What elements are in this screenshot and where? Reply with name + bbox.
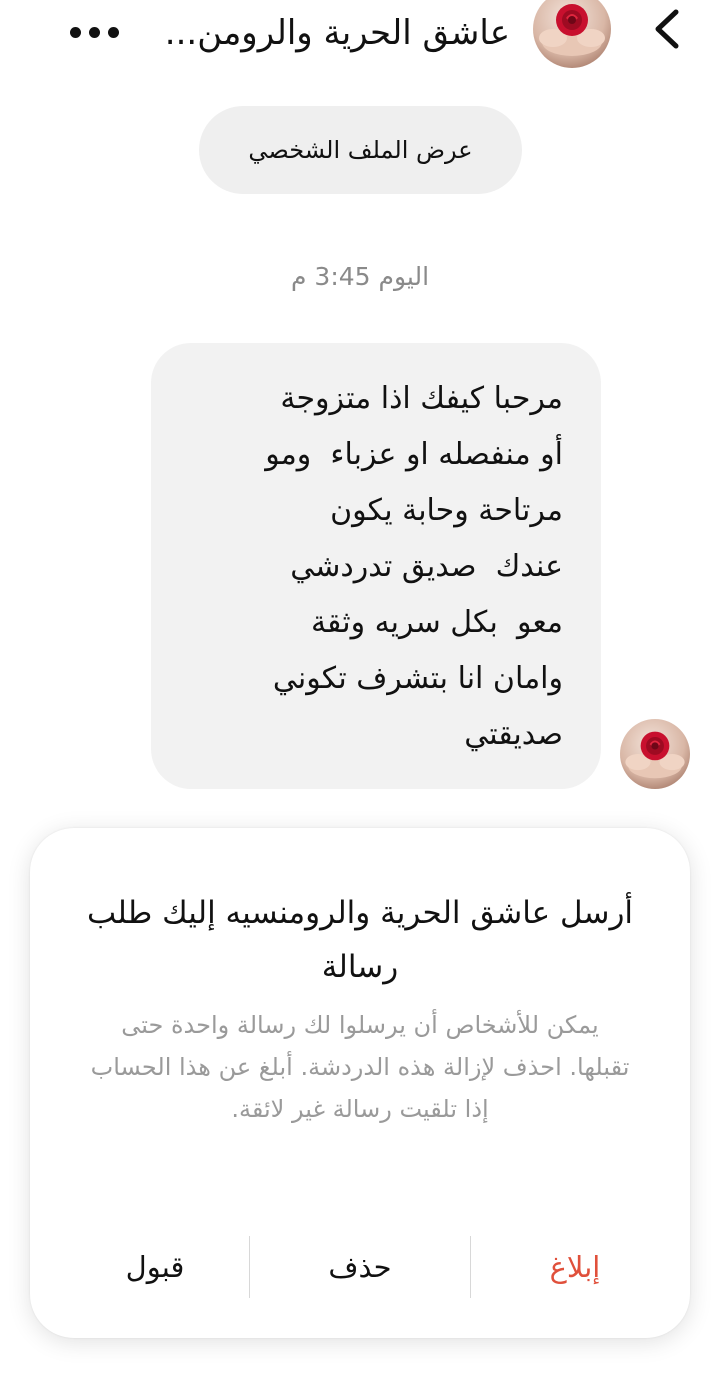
message-request-card: أرسل عاشق الحرية والرومنسيه إليك طلب رسا…	[30, 828, 690, 1338]
message-timestamp: اليوم 3:45 م	[290, 262, 430, 291]
request-description: يمكن للأشخاص أن يرسلوا لك رسالة واحدة حت…	[90, 1011, 630, 1123]
rose-icon	[625, 731, 685, 779]
back-button[interactable]	[646, 4, 690, 54]
more-options-button[interactable]	[70, 22, 130, 42]
avatar[interactable]	[533, 0, 611, 68]
divider	[249, 1236, 250, 1298]
chevron-left-icon	[655, 9, 679, 49]
message-bubble[interactable]: مرحبا كيفك اذا متزوجة أو منفصله او عزباء…	[151, 343, 601, 789]
more-dot-icon	[108, 26, 119, 38]
message-text: مرحبا كيفك اذا متزوجة أو منفصله او عزباء…	[265, 381, 563, 752]
delete-button[interactable]: حذف	[280, 1236, 440, 1298]
more-dot-icon	[70, 26, 81, 38]
more-dot-icon	[89, 26, 100, 38]
view-profile-button[interactable]: عرض الملف الشخصي	[199, 106, 522, 194]
chat-screen: عاشق الحرية والرومن... عرض الملف الشخصي …	[0, 0, 720, 1392]
request-actions: قبول حذف إبلاغ	[30, 1236, 690, 1298]
rose-icon	[539, 4, 605, 56]
page-title[interactable]: عاشق الحرية والرومن...	[165, 8, 510, 58]
accept-button[interactable]: قبول	[70, 1236, 240, 1298]
report-button[interactable]: إبلاغ	[500, 1236, 650, 1298]
request-title: أرسل عاشق الحرية والرومنسيه إليك طلب رسا…	[86, 895, 634, 985]
sender-avatar[interactable]	[620, 719, 690, 789]
divider	[470, 1236, 471, 1298]
